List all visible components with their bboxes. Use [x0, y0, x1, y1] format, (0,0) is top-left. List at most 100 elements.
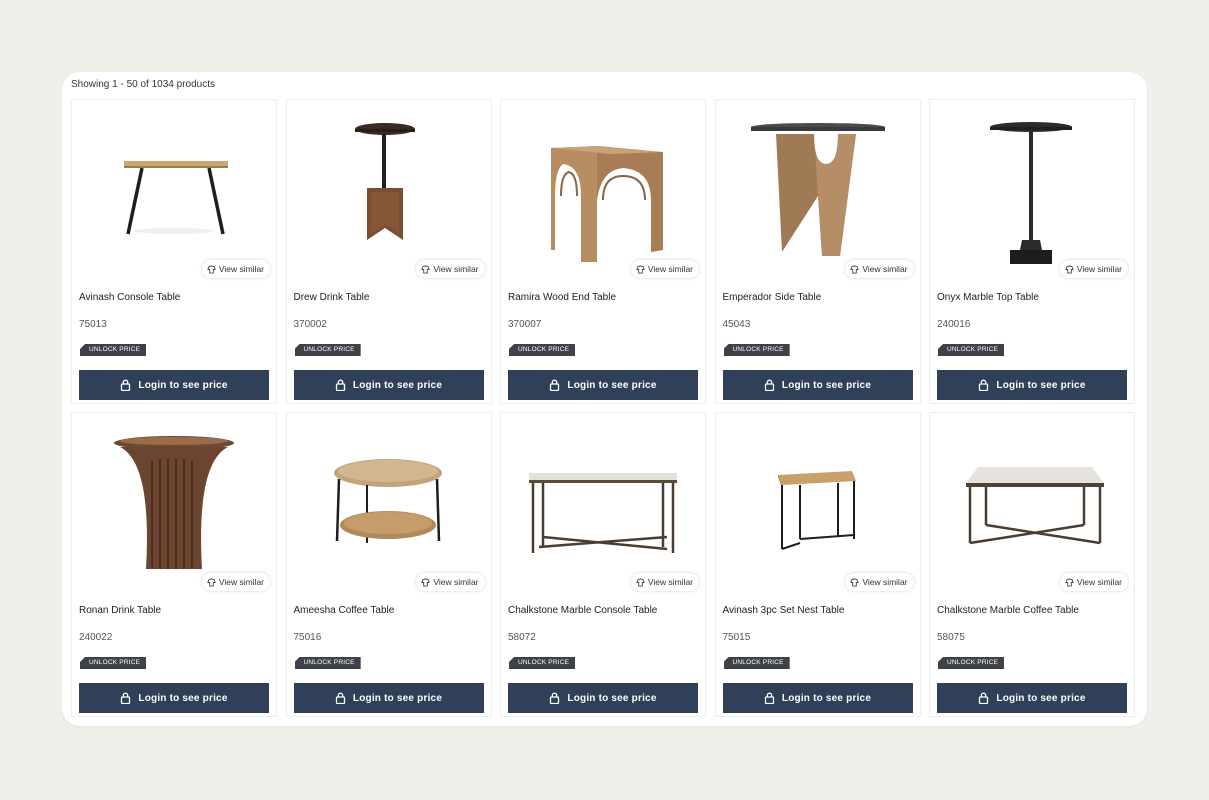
login-to-see-price-button[interactable]: Login to see price [293, 683, 484, 713]
product-name[interactable]: Emperador Side Table [723, 292, 822, 303]
product-name[interactable]: Chalkstone Marble Coffee Table [937, 605, 1079, 616]
view-similar-button[interactable]: View similar [201, 260, 270, 278]
view-similar-label: View similar [218, 264, 264, 274]
hanger-icon [636, 577, 645, 587]
view-similar-button[interactable]: View similar [416, 573, 485, 591]
login-label: Login to see price [567, 692, 657, 704]
login-label: Login to see price [138, 379, 228, 391]
unlock-price-badge: UNLOCK PRICE [294, 344, 361, 356]
fluted-drink-table-image[interactable] [72, 413, 276, 591]
lock-icon [979, 379, 989, 391]
login-to-see-price-button[interactable]: Login to see price [722, 683, 913, 713]
login-to-see-price-button[interactable]: Login to see price [722, 370, 913, 400]
lock-icon [121, 692, 131, 704]
login-to-see-price-button[interactable]: Login to see price [937, 370, 1127, 400]
product-listing-panel: Showing 1 - 50 of 1034 products View sim… [62, 72, 1147, 726]
product-sku: 370002 [293, 319, 327, 330]
view-similar-label: View similar [1076, 577, 1122, 587]
view-similar-button[interactable]: View similar [845, 260, 914, 278]
view-similar-label: View similar [647, 264, 693, 274]
login-to-see-price-button[interactable]: Login to see price [79, 683, 269, 713]
login-label: Login to see price [996, 379, 1086, 391]
unlock-price-badge: UNLOCK PRICE [723, 344, 790, 356]
product-name[interactable]: Chalkstone Marble Console Table [508, 605, 657, 616]
product-sku: 370007 [508, 319, 542, 330]
results-count: Showing 1 - 50 of 1034 products [71, 79, 215, 90]
unlock-price-badge: UNLOCK PRICE [509, 657, 576, 669]
nest-table-image[interactable] [716, 413, 920, 591]
login-label: Login to see price [996, 692, 1086, 704]
product-card[interactable]: View similar Avinash 3pc Set Nest Table … [714, 412, 921, 717]
view-similar-button[interactable]: View similar [1059, 260, 1128, 278]
view-similar-button[interactable]: View similar [630, 573, 699, 591]
product-card[interactable]: View similar Avinash Console Table 75013… [71, 99, 277, 404]
hanger-icon [1065, 577, 1074, 587]
product-name[interactable]: Ronan Drink Table [79, 605, 161, 616]
login-label: Login to see price [352, 692, 443, 704]
hanger-icon [207, 264, 216, 274]
hanger-icon [1065, 264, 1074, 274]
view-similar-button[interactable]: View similar [416, 260, 485, 278]
view-similar-label: View similar [433, 264, 479, 274]
lock-icon [335, 379, 346, 391]
lock-icon [979, 692, 989, 704]
product-name[interactable]: Ameesha Coffee Table [294, 605, 395, 616]
product-card[interactable]: View similar Onyx Marble Top Table 24001… [929, 99, 1135, 404]
view-similar-button[interactable]: View similar [201, 573, 270, 591]
view-similar-label: View similar [218, 577, 264, 587]
login-to-see-price-button[interactable]: Login to see price [293, 370, 484, 400]
hanger-icon [850, 264, 860, 274]
product-name[interactable]: Ramira Wood End Table [508, 292, 616, 303]
product-name[interactable]: Avinash 3pc Set Nest Table [723, 605, 845, 616]
product-grid: View similar Avinash Console Table 75013… [71, 99, 1135, 717]
product-sku: 240016 [937, 319, 971, 330]
product-card[interactable]: View similar Drew Drink Table 370002 UNL… [285, 99, 492, 404]
unlock-price-badge: UNLOCK PRICE [938, 657, 1005, 669]
product-card[interactable]: View similar Emperador Side Table 45043 … [714, 99, 921, 404]
lock-icon [550, 379, 560, 391]
product-name[interactable]: Avinash Console Table [79, 292, 180, 303]
view-similar-button[interactable]: View similar [630, 260, 699, 278]
login-to-see-price-button[interactable]: Login to see price [508, 370, 698, 400]
product-sku: 75015 [722, 632, 751, 643]
pedestal-table-image[interactable] [930, 100, 1134, 278]
drink-table-image[interactable] [287, 100, 491, 278]
product-sku: 75013 [79, 319, 107, 330]
view-similar-label: View similar [433, 577, 479, 587]
product-card[interactable]: View similar Ramira Wood End Table 37000… [500, 99, 706, 404]
hanger-icon [850, 577, 860, 587]
hanger-icon [207, 577, 216, 587]
unlock-price-badge: UNLOCK PRICE [938, 344, 1005, 356]
product-name[interactable]: Drew Drink Table [294, 292, 370, 303]
view-similar-label: View similar [647, 577, 693, 587]
login-to-see-price-button[interactable]: Login to see price [508, 683, 698, 713]
product-card[interactable]: View similar Chalkstone Marble Coffee Ta… [929, 412, 1135, 717]
product-name[interactable]: Onyx Marble Top Table [937, 292, 1039, 303]
product-sku: 58072 [508, 632, 536, 643]
login-to-see-price-button[interactable]: Login to see price [79, 370, 269, 400]
login-label: Login to see price [352, 379, 443, 391]
product-sku: 240022 [79, 632, 113, 643]
login-label: Login to see price [781, 692, 872, 704]
product-sku: 58075 [937, 632, 965, 643]
product-card[interactable]: View similar Ameesha Coffee Table 75016 … [285, 412, 492, 717]
view-similar-label: View similar [862, 264, 908, 274]
login-to-see-price-button[interactable]: Login to see price [937, 683, 1127, 713]
unlock-price-badge: UNLOCK PRICE [509, 344, 576, 356]
round-coffee-table-image[interactable] [287, 413, 491, 591]
wood-end-table-image[interactable] [501, 100, 705, 278]
view-similar-button[interactable]: View similar [845, 573, 914, 591]
marble-coffee-table-image[interactable] [930, 413, 1134, 591]
product-card[interactable]: View similar Ronan Drink Table 240022 UN… [71, 412, 277, 717]
login-label: Login to see price [138, 692, 228, 704]
marble-console-table-image[interactable] [501, 413, 705, 591]
product-card[interactable]: View similar Chalkstone Marble Console T… [500, 412, 706, 717]
hanger-icon [421, 577, 431, 587]
view-similar-label: View similar [862, 577, 908, 587]
unlock-price-badge: UNLOCK PRICE [80, 344, 147, 356]
console-table-image[interactable] [72, 100, 276, 278]
view-similar-button[interactable]: View similar [1059, 573, 1128, 591]
side-table-image[interactable] [716, 100, 920, 278]
product-sku: 75016 [293, 632, 322, 643]
lock-icon [121, 379, 131, 391]
